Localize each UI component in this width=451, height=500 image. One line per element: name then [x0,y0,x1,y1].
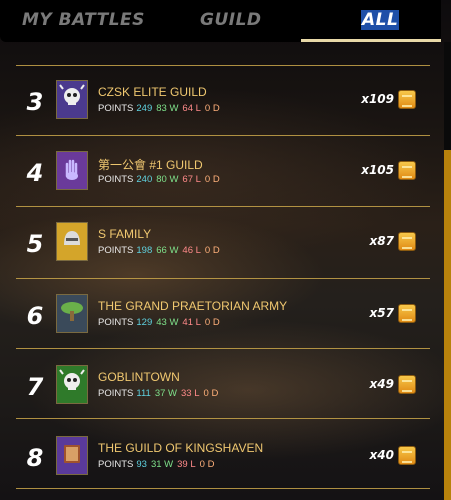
points-value: 111 [136,388,151,399]
draws: 0 D [199,459,215,470]
points-label: POINTS [98,245,134,256]
wins: 31 W [150,459,174,470]
reward-chest-icon [398,445,416,465]
points-value: 240 [136,174,153,185]
row-separator [16,348,430,349]
draws: 0 D [204,245,220,256]
reward-chest-icon [398,89,416,109]
guild-banner-skull-icon [56,365,88,404]
guild-stats: POINTS 93 31 W 39 L0 D [98,459,214,470]
row-separator [16,65,430,66]
rank-number: 5 [26,230,44,258]
guild-banner-skull-icon [56,80,88,119]
reward-multiplier: x109 [361,92,394,106]
wins: 83 W [156,103,179,114]
wins: 43 W [156,317,179,328]
scrollbar-thumb[interactable] [444,150,451,500]
row-separator [16,418,430,419]
guild-stats: POINTS 111 37 W 33 L0 D [98,388,218,399]
rank-number: 4 [26,159,44,187]
wins: 37 W [154,388,178,399]
points-label: POINTS [98,317,134,328]
losses: 64 L [182,103,201,114]
rank-number: 3 [26,88,44,116]
guild-name: THE GUILD OF KINGSHAVEN [98,441,264,455]
reward: x87 [370,231,416,251]
guild-stats: POINTS 198 66 W 46 L0 D [98,245,220,256]
points-value: 249 [136,103,153,114]
guild-banner-hand-icon [56,151,88,190]
reward: x109 [361,89,416,109]
reward: x57 [370,303,416,323]
points-label: POINTS [98,103,134,114]
guild-stats: POINTS 240 80 W 67 L0 D [98,174,220,185]
leaderboard-row[interactable]: 6 THE GRAND PRAETORIAN ARMY POINTS 129 43 … [10,284,430,354]
points-label: POINTS [98,174,134,185]
leaderboard-row[interactable]: 3 CZSK ELITE GUILD POINTS 249 83 W 64 L0 D … [10,70,430,140]
points-value: 198 [136,245,153,256]
wins: 66 W [156,245,179,256]
leaderboard-row[interactable]: 5 S FAMILY POINTS 198 66 W 46 L0 D x87 [10,212,430,282]
draws: 0 D [204,174,220,185]
guild-name: 第一公會 #1 GUILD [98,158,203,172]
reward: x49 [370,374,416,394]
guild-stats: POINTS 249 83 W 64 L0 D [98,103,220,114]
reward-multiplier: x40 [369,448,394,462]
draws: 0 D [204,317,220,328]
guild-name: CZSK ELITE GUILD [98,85,207,99]
points-label: POINTS [98,459,134,470]
reward-chest-icon [398,303,416,323]
losses: 39 L [177,459,196,470]
guild-name: GOBLINTOWN [98,370,180,384]
losses: 41 L [182,317,201,328]
guild-banner-tree-icon [56,294,88,333]
leaderboard-row[interactable]: 7 GOBLINTOWN POINTS 111 37 W 33 L0 D x49 [10,355,430,425]
tab-all[interactable]: ALL [361,0,400,40]
reward-multiplier: x105 [361,163,394,177]
row-separator [16,488,430,489]
reward-multiplier: x87 [369,234,394,248]
losses: 46 L [182,245,201,256]
guild-leaderboard-list: 3 CZSK ELITE GUILD POINTS 249 83 W 64 L0 D … [10,42,430,500]
reward-chest-icon [398,374,416,394]
tab-my-battles[interactable]: MY BATTLES [22,0,145,40]
reward-multiplier: x57 [369,306,394,320]
losses: 33 L [181,388,200,399]
leaderboard-row[interactable]: 4 第一公會 #1 GUILD POINTS 240 80 W 67 L0 D x10… [10,141,430,211]
losses: 67 L [182,174,201,185]
row-separator [16,206,430,207]
reward-multiplier: x49 [369,377,394,391]
points-label: POINTS [98,388,134,399]
guild-banner-book-icon [56,436,88,475]
scrollbar-track-top [444,42,451,150]
guild-banner-helmet-icon [56,222,88,261]
reward: x105 [361,160,416,180]
rank-number: 7 [26,373,44,401]
rank-number: 8 [26,444,44,472]
guild-name: THE GRAND PRAETORIAN ARMY [98,299,288,313]
reward-chest-icon [398,231,416,251]
points-value: 129 [136,317,153,328]
tab-bar: MY BATTLES GUILD ALL [0,0,441,42]
guild-name: S FAMILY [98,227,152,241]
row-separator [16,135,430,136]
guild-stats: POINTS 129 43 W 41 L0 D [98,317,220,328]
leaderboard-row[interactable]: 8 THE GUILD OF KINGSHAVEN POINTS 93 31 W 39… [10,426,430,496]
draws: 0 D [204,103,220,114]
draws: 0 D [203,388,219,399]
reward-chest-icon [398,160,416,180]
wins: 80 W [156,174,179,185]
tab-all-label: ALL [361,10,400,30]
reward: x40 [370,445,416,465]
points-value: 93 [136,459,147,470]
tab-guild[interactable]: GUILD [200,0,262,40]
row-separator [16,278,430,279]
rank-number: 6 [26,302,44,330]
